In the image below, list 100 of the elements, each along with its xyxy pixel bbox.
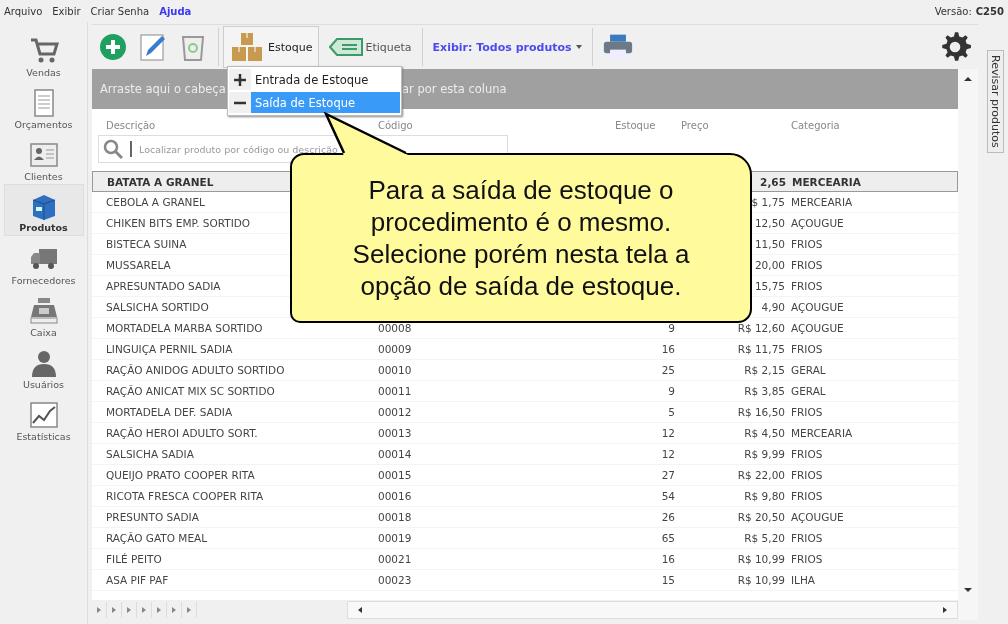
group-bar-text: Arraste aqui o cabeça bbox=[100, 82, 227, 96]
table-cell: AÇOUGUE bbox=[791, 511, 844, 523]
table-cell: 5 bbox=[668, 406, 675, 418]
table-cell: 00015 bbox=[378, 469, 412, 481]
table-cell[interactable]: BISTECA SUINA bbox=[106, 238, 187, 250]
table-cell: FRIOS bbox=[791, 448, 823, 460]
table-cell[interactable]: LINGUIÇA PERNIL SADIA bbox=[106, 343, 233, 355]
add-icon[interactable] bbox=[98, 32, 128, 62]
table-cell: R$ 10,99 bbox=[737, 574, 785, 586]
vertical-scrollbar[interactable] bbox=[958, 69, 978, 620]
table-cell[interactable]: PRESUNTO SADIA bbox=[106, 511, 199, 523]
table-cell[interactable]: SALSICHA SORTIDO bbox=[106, 301, 209, 313]
table-cell[interactable]: SALSICHA SADIA bbox=[106, 448, 194, 460]
table-cell: 15 bbox=[661, 574, 675, 586]
sidebar-label: Clientes bbox=[24, 171, 63, 182]
table-cell: 00009 bbox=[378, 343, 412, 355]
menu-item[interactable]: Exibir bbox=[52, 5, 81, 17]
table-cell: R$ 22,00 bbox=[737, 469, 785, 481]
table-cell: 00016 bbox=[378, 490, 412, 502]
table-cell: 00019 bbox=[378, 532, 412, 544]
sidebar-label: Produtos bbox=[19, 222, 68, 233]
sidebar-item[interactable]: Clientes bbox=[3, 132, 84, 184]
menu-item[interactable]: Entrada de Estoque bbox=[251, 69, 400, 90]
menu-item[interactable]: Ajuda bbox=[159, 5, 192, 17]
filter-dropdown[interactable]: Exibir: Todos produtos bbox=[432, 40, 582, 54]
table-cell[interactable]: RICOTA FRESCA COOPER RITA bbox=[106, 490, 264, 502]
left-arrow-icon[interactable] bbox=[356, 606, 364, 614]
up-arrow-icon[interactable] bbox=[964, 75, 972, 83]
group-bar-text: ar por esta coluna bbox=[402, 82, 507, 96]
table-cell: GERAL bbox=[791, 364, 826, 376]
sidebar-item[interactable]: Usuários bbox=[3, 340, 84, 392]
table-cell: AÇOUGUE bbox=[791, 301, 844, 313]
table-cell: 54 bbox=[661, 490, 675, 502]
sidebar-item[interactable]: Vendas bbox=[3, 28, 84, 80]
column-header[interactable]: Código bbox=[378, 120, 413, 131]
column-header[interactable]: Descrição bbox=[106, 120, 156, 131]
sidebar-label: Orçamentos bbox=[14, 119, 73, 130]
table-cell: 00012 bbox=[378, 406, 412, 418]
table-cell: R$ 9,80 bbox=[744, 490, 785, 502]
label-button[interactable]: Etiqueta bbox=[329, 37, 412, 57]
table-cell[interactable]: RAÇÃO ANIDOG ADULTO SORTIDO bbox=[106, 364, 285, 376]
cash-register-icon bbox=[28, 297, 59, 325]
table-cell: 4,90 bbox=[761, 301, 785, 313]
table-cell: FRIOS bbox=[791, 406, 823, 418]
table-cell: R$ 5,20 bbox=[744, 532, 785, 544]
table-cell: 2,65 bbox=[760, 175, 786, 188]
stock-button[interactable]: Estoque bbox=[223, 26, 320, 68]
table-cell[interactable]: RAÇÃO ANICAT MIX SC SORTIDO bbox=[106, 385, 275, 397]
table-cell: 20,00 bbox=[754, 259, 785, 271]
sidebar-item[interactable]: Fornecedores bbox=[3, 236, 84, 288]
right-arrow-icon[interactable] bbox=[941, 606, 949, 614]
printer-icon[interactable] bbox=[602, 32, 633, 62]
sidebar-label: Estatísticas bbox=[16, 431, 71, 442]
table-cell[interactable]: BATATA A GRANEL bbox=[107, 175, 214, 188]
table-cell: R$ 11,75 bbox=[737, 343, 785, 355]
column-header[interactable]: Categoria bbox=[791, 120, 840, 131]
column-header[interactable]: Estoque bbox=[615, 120, 656, 131]
table-cell: GERAL bbox=[791, 385, 826, 397]
table-cell: R$ 3,85 bbox=[744, 385, 785, 397]
menu-item[interactable]: Criar Senha bbox=[90, 5, 150, 17]
table-cell: $ 1,75 bbox=[751, 196, 785, 208]
version-value: C250 bbox=[975, 5, 1004, 17]
table-cell[interactable]: MORTADELA MARBA SORTIDO bbox=[106, 322, 263, 334]
table-cell: FRIOS bbox=[791, 532, 823, 544]
table-cell: MERCEARIA bbox=[792, 175, 861, 188]
table-cell: R$ 12,60 bbox=[737, 322, 785, 334]
sidebar-item[interactable]: Orçamentos bbox=[3, 80, 84, 132]
table-cell: FRIOS bbox=[791, 490, 823, 502]
table-cell[interactable]: QUEIJO PRATO COOPER RITA bbox=[106, 469, 255, 481]
search-icon bbox=[103, 139, 123, 159]
table-cell[interactable]: APRESUNTADO SADIA bbox=[106, 280, 221, 292]
table-cell: FRIOS bbox=[791, 553, 823, 565]
table-cell: 00014 bbox=[378, 448, 412, 460]
side-tab[interactable]: Revisar produtos bbox=[986, 50, 1004, 153]
table-cell: 00011 bbox=[378, 385, 412, 397]
table-cell[interactable]: RAÇÃO GATO MEAL bbox=[106, 532, 208, 544]
sidebar-item[interactable]: Caixa bbox=[3, 288, 84, 340]
table-cell[interactable]: FILÉ PEITO bbox=[106, 553, 162, 565]
sidebar-item[interactable]: Produtos bbox=[3, 184, 84, 236]
table-cell[interactable]: CEBOLA A GRANEL bbox=[106, 196, 205, 208]
tag-icon bbox=[329, 37, 364, 57]
boxes-icon bbox=[230, 32, 264, 62]
contact-card-icon bbox=[28, 141, 59, 169]
table-cell[interactable]: MORTADELA DEF. SADIA bbox=[106, 406, 233, 418]
table-cell[interactable]: MUSSARELA bbox=[106, 259, 171, 271]
sidebar-item[interactable]: Estatísticas bbox=[3, 392, 84, 444]
table-cell[interactable]: RAÇÃO HEROI ADULTO SORT. bbox=[106, 427, 258, 439]
column-header[interactable]: Preço bbox=[681, 120, 709, 131]
table-cell: 00010 bbox=[378, 364, 412, 376]
table-cell: MERCEARIA bbox=[791, 196, 853, 208]
table-cell[interactable]: CHIKEN BITS EMP. SORTIDO bbox=[106, 217, 251, 229]
menu-item[interactable]: Arquivo bbox=[4, 5, 43, 17]
horizontal-scrollbar[interactable] bbox=[347, 601, 958, 619]
table-cell: 11,50 bbox=[754, 238, 785, 250]
down-arrow-icon[interactable] bbox=[964, 586, 972, 594]
table-cell[interactable]: ASA PIF PAF bbox=[106, 574, 169, 586]
edit-icon[interactable] bbox=[138, 32, 168, 62]
table-cell: 15,75 bbox=[754, 280, 785, 292]
table-cell: FRIOS bbox=[791, 238, 823, 250]
table-cell: FRIOS bbox=[791, 343, 823, 355]
